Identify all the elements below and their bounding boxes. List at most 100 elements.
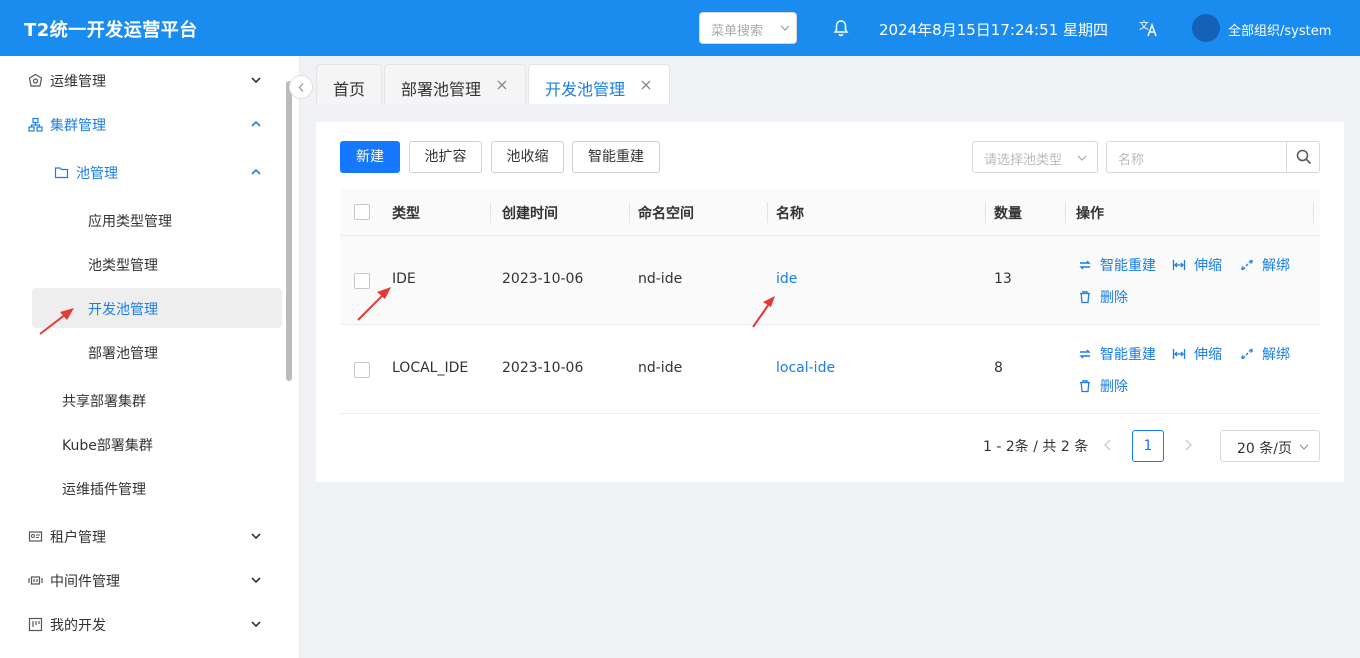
sidebar-item-label: 集群管理 bbox=[50, 118, 106, 134]
select-all-checkbox[interactable] bbox=[354, 204, 370, 220]
column-divider bbox=[629, 202, 630, 223]
column-width-icon bbox=[1172, 349, 1186, 359]
pool-shrink-button[interactable]: 池收缩 bbox=[491, 141, 564, 173]
row-checkbox[interactable] bbox=[354, 273, 370, 289]
link-icon bbox=[1241, 259, 1253, 271]
cell-created: 2023-10-06 bbox=[502, 271, 584, 287]
sidebar-item-label: 共享部署集群 bbox=[62, 394, 146, 410]
avatar[interactable] bbox=[1192, 14, 1220, 42]
action-label: 解绑 bbox=[1262, 347, 1290, 363]
action-label: 伸缩 bbox=[1194, 258, 1222, 274]
trash-icon bbox=[1080, 291, 1090, 304]
tab-home[interactable]: 首页 bbox=[316, 64, 382, 104]
row-checkbox[interactable] bbox=[354, 362, 370, 378]
sidebar-item-label: 池管理 bbox=[76, 166, 118, 182]
datetime-display: 2024年8月15日17:24:51 星期四 bbox=[879, 21, 1108, 39]
tab-label: 开发池管理 bbox=[545, 80, 626, 99]
action-label: 解绑 bbox=[1262, 258, 1290, 274]
action-label: 智能重建 bbox=[1100, 258, 1156, 274]
sidebar-item-dev-pool[interactable]: 开发池管理 bbox=[32, 288, 282, 328]
dev-icon bbox=[28, 617, 43, 632]
bell-icon[interactable] bbox=[832, 19, 850, 37]
link-icon bbox=[1241, 348, 1253, 360]
cell-type: LOCAL_IDE bbox=[392, 360, 469, 376]
column-divider bbox=[1065, 202, 1066, 223]
close-icon[interactable] bbox=[641, 80, 651, 90]
name-search-input[interactable]: 名称 bbox=[1106, 141, 1320, 173]
chevron-left-icon[interactable] bbox=[1102, 438, 1114, 452]
sidebar-item-pool-type[interactable]: 池类型管理 bbox=[32, 244, 282, 284]
column-divider bbox=[985, 202, 986, 223]
pool-type-select[interactable]: 请选择池类型 bbox=[972, 141, 1098, 173]
trash-icon bbox=[1080, 380, 1090, 393]
unbind-action[interactable]: 解绑 bbox=[1240, 344, 1300, 364]
sidebar-item-ops-plugin[interactable]: 运维插件管理 bbox=[32, 468, 282, 508]
delete-action[interactable]: 删除 bbox=[1078, 287, 1138, 307]
translate-icon[interactable]: 文 bbox=[1138, 18, 1158, 38]
close-icon[interactable] bbox=[497, 80, 507, 90]
pool-type-placeholder: 请选择池类型 bbox=[984, 153, 1063, 168]
sidebar-scrollbar[interactable] bbox=[286, 81, 292, 381]
tenant-icon bbox=[28, 531, 43, 542]
page-size-select[interactable]: 20 条/页 bbox=[1220, 430, 1320, 462]
refresh-icon bbox=[1079, 260, 1091, 270]
search-button[interactable] bbox=[1286, 142, 1319, 172]
column-width-icon bbox=[1172, 260, 1186, 270]
chevron-right-icon[interactable] bbox=[1182, 438, 1194, 452]
column-divider bbox=[490, 202, 491, 223]
chevron-down-icon bbox=[251, 77, 261, 84]
new-button[interactable]: 新建 bbox=[340, 141, 400, 173]
tab-label: 首页 bbox=[333, 80, 366, 99]
table-header: 类型 创建时间 命名空间 名称 数量 操作 bbox=[340, 189, 1320, 236]
chevron-up-icon bbox=[251, 120, 261, 127]
chevron-left-icon bbox=[298, 83, 304, 92]
scale-action[interactable]: 伸缩 bbox=[1172, 344, 1232, 364]
sidebar-item-label: 开发池管理 bbox=[88, 302, 158, 318]
sidebar-item-deploy-pool[interactable]: 部署池管理 bbox=[32, 332, 282, 372]
menu-search-select[interactable]: 菜单搜索 bbox=[699, 12, 797, 44]
tab-deploy-pool[interactable]: 部署池管理 bbox=[384, 64, 526, 104]
cell-name-link[interactable]: local-ide bbox=[776, 360, 835, 376]
scale-action[interactable]: 伸缩 bbox=[1172, 255, 1232, 275]
cell-namespace: nd-ide bbox=[638, 271, 683, 287]
pagination-page[interactable]: 1 bbox=[1132, 430, 1164, 462]
delete-action[interactable]: 删除 bbox=[1078, 376, 1138, 396]
cell-created: 2023-10-06 bbox=[502, 360, 584, 376]
menu-search-placeholder: 菜单搜索 bbox=[711, 24, 764, 39]
pool-expand-button[interactable]: 池扩容 bbox=[409, 141, 482, 173]
sidebar-item-label: 我的开发 bbox=[50, 618, 106, 634]
sidebar-item-label: Kube部署集群 bbox=[62, 438, 153, 454]
smart-rebuild-action[interactable]: 智能重建 bbox=[1078, 344, 1168, 364]
column-header: 命名空间 bbox=[638, 206, 694, 222]
sidebar-collapse-button[interactable] bbox=[289, 75, 313, 99]
sidebar-item-my-dev[interactable]: 我的开发 bbox=[16, 604, 284, 644]
sidebar-item-shared-cluster[interactable]: 共享部署集群 bbox=[32, 380, 282, 420]
sidebar-item-label: 中间件管理 bbox=[50, 574, 120, 590]
app-title: T2统一开发运营平台 bbox=[24, 20, 198, 41]
column-header: 数量 bbox=[994, 206, 1022, 222]
org-selector[interactable]: 全部组织/system bbox=[1228, 20, 1331, 39]
smart-rebuild-button[interactable]: 智能重建 bbox=[572, 141, 660, 173]
sidebar-item-label: 运维插件管理 bbox=[62, 482, 146, 498]
sidebar: 运维管理 集群管理 池管理 应用类型管理 池类型管理 开发池管理 部署池管理 共… bbox=[0, 56, 300, 658]
sidebar-item-ops[interactable]: 运维管理 bbox=[16, 60, 284, 100]
cluster-icon bbox=[28, 117, 43, 132]
sidebar-item-middleware[interactable]: 中间件管理 bbox=[16, 560, 284, 600]
smart-rebuild-action[interactable]: 智能重建 bbox=[1078, 255, 1168, 275]
unbind-action[interactable]: 解绑 bbox=[1240, 255, 1300, 275]
chevron-down-icon bbox=[1077, 155, 1087, 161]
ops-icon bbox=[28, 73, 43, 87]
sidebar-item-pool[interactable]: 池管理 bbox=[40, 152, 284, 192]
sidebar-item-cluster[interactable]: 集群管理 bbox=[16, 104, 284, 144]
action-label: 删除 bbox=[1100, 379, 1128, 395]
folder-icon bbox=[54, 167, 69, 179]
sidebar-item-label: 池类型管理 bbox=[88, 258, 158, 274]
column-divider bbox=[767, 202, 768, 223]
data-table: 类型 创建时间 命名空间 名称 数量 操作 IDE 2023-10-06 nd-… bbox=[340, 189, 1320, 414]
tab-dev-pool[interactable]: 开发池管理 bbox=[528, 64, 670, 104]
chevron-up-icon bbox=[251, 168, 261, 175]
sidebar-item-kube-cluster[interactable]: Kube部署集群 bbox=[32, 424, 282, 464]
cell-name-link[interactable]: ide bbox=[776, 271, 797, 287]
sidebar-item-app-type[interactable]: 应用类型管理 bbox=[32, 200, 282, 240]
sidebar-item-tenant[interactable]: 租户管理 bbox=[16, 516, 284, 556]
